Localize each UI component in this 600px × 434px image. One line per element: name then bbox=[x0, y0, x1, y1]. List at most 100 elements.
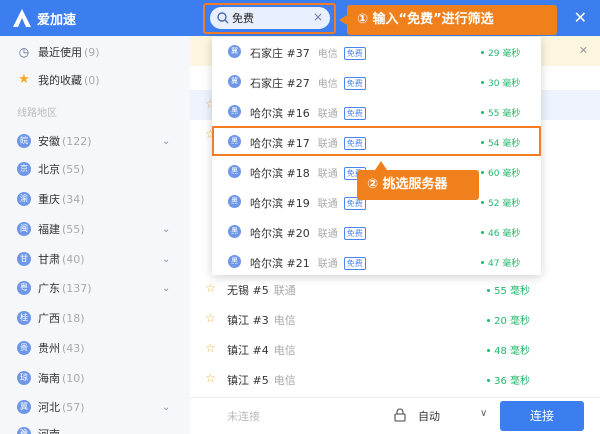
server-isp: 联通 bbox=[317, 199, 338, 210]
sidebar-item-fujian[interactable]: 闽 福建 (55) ⌄ bbox=[0, 215, 190, 243]
server-ping: 47 毫秒 bbox=[481, 256, 520, 269]
server-ping: 36 毫秒 bbox=[487, 372, 530, 387]
server-ping: 52 毫秒 bbox=[481, 196, 520, 209]
list-item[interactable]: 黑 哈尔滨 #16 联通 免费 55 毫秒 bbox=[212, 97, 541, 126]
server-isp: 电信 bbox=[317, 49, 338, 60]
region-badge-icon: 冀 bbox=[228, 75, 241, 88]
sidebar-item-label: 广西 bbox=[38, 312, 60, 325]
close-icon[interactable]: ✕ bbox=[579, 44, 588, 57]
server-isp: 联通 bbox=[317, 169, 338, 180]
sidebar-item-favorites[interactable]: ★ 我的收藏 (0) bbox=[0, 66, 190, 94]
sidebar-item-guizhou[interactable]: 贵 贵州 (43) bbox=[0, 334, 190, 362]
server-isp: 电信 bbox=[273, 314, 296, 327]
region-badge-icon: 冀 bbox=[17, 400, 31, 414]
server-name: 哈尔滨 #20 bbox=[250, 227, 310, 240]
sidebar-item-beijing[interactable]: 京 北京 (55) bbox=[0, 155, 190, 183]
chevron-down-icon[interactable]: ⌄ bbox=[162, 402, 170, 413]
list-item[interactable]: 黑 哈尔滨 #20 联通 免费 46 毫秒 bbox=[212, 217, 541, 246]
sidebar-item-recent[interactable]: ◷ 最近使用 (9) bbox=[0, 38, 190, 66]
search-results-dropdown: 冀 石家庄 #37 电信 免费 29 毫秒 冀 石家庄 #27 电信 免费 30 毫秒 … bbox=[212, 37, 541, 275]
sidebar-item-label: 广东 bbox=[38, 282, 60, 295]
server-name: 哈尔滨 #16 bbox=[250, 107, 310, 120]
star-outline-icon[interactable]: ☆ bbox=[205, 311, 216, 325]
sidebar-item-label: 甘肃 bbox=[38, 253, 60, 266]
table-row[interactable]: ☆ 镇江 #4 电信 48 毫秒 bbox=[190, 334, 600, 364]
sidebar-item-hainan[interactable]: 琼 海南 (10) bbox=[0, 364, 190, 392]
star-outline-icon[interactable]: ☆ bbox=[205, 281, 216, 295]
star-outline-icon[interactable]: ☆ bbox=[205, 341, 216, 355]
chevron-down-icon[interactable]: ⌄ bbox=[162, 136, 170, 147]
chevron-down-icon[interactable]: ⌄ bbox=[162, 283, 170, 294]
server-ping: 20 毫秒 bbox=[487, 312, 530, 327]
callout-step-2: ② 挑选服务器 bbox=[357, 161, 479, 200]
sidebar-item-label: 我的收藏 bbox=[38, 74, 82, 87]
table-row[interactable]: ☆ 镇江 #3 电信 20 毫秒 bbox=[190, 304, 600, 334]
sidebar-item-guangdong[interactable]: 粤 广东 (137) ⌄ bbox=[0, 274, 190, 302]
region-badge-icon: 粤 bbox=[17, 281, 31, 295]
region-badge-icon: 皖 bbox=[17, 134, 31, 148]
connect-button[interactable]: 连接 bbox=[500, 401, 584, 431]
sidebar-item-guangxi[interactable]: 桂 广西 (18) bbox=[0, 304, 190, 332]
region-badge-icon: 冀 bbox=[228, 45, 241, 58]
sidebar-item-anhui[interactable]: 皖 安徽 (122) ⌄ bbox=[0, 127, 190, 155]
region-badge-icon: 黑 bbox=[228, 105, 241, 118]
table-row[interactable]: ☆ 镇江 #5 电信 36 毫秒 bbox=[190, 364, 600, 394]
sidebar-item-label: 最近使用 bbox=[38, 46, 82, 59]
sidebar-item-label: 河南 bbox=[38, 428, 60, 434]
sidebar-item-label: 北京 bbox=[38, 163, 60, 176]
server-ping: 46 毫秒 bbox=[481, 226, 520, 239]
region-badge-icon: 渝 bbox=[17, 192, 31, 206]
server-isp: 电信 bbox=[273, 344, 296, 357]
server-ping: 55 毫秒 bbox=[481, 106, 520, 119]
table-row[interactable]: ☆ 无锡 #5 联通 55 毫秒 bbox=[190, 274, 600, 304]
list-item[interactable]: 冀 石家庄 #27 电信 免费 30 毫秒 bbox=[212, 67, 541, 96]
free-badge: 免费 bbox=[343, 227, 366, 240]
sidebar-item-count: (57) bbox=[62, 401, 85, 414]
region-badge-icon: 甘 bbox=[17, 252, 31, 266]
section-title: 线路地区 bbox=[17, 108, 57, 119]
connection-status: 未连接 bbox=[227, 410, 260, 423]
chevron-down-icon[interactable]: ⌄ bbox=[162, 254, 170, 265]
server-isp: 联通 bbox=[317, 109, 338, 120]
sidebar-item-label: 贵州 bbox=[38, 342, 60, 355]
free-badge: 免费 bbox=[343, 77, 366, 90]
server-ping: 55 毫秒 bbox=[487, 282, 530, 297]
server-name: 石家庄 #37 bbox=[250, 47, 310, 60]
sidebar-item-henan[interactable]: 豫 河南 bbox=[0, 420, 190, 434]
logo-icon bbox=[13, 9, 31, 27]
sidebar-item-label: 安徽 bbox=[38, 135, 60, 148]
region-badge-icon: 桂 bbox=[17, 311, 31, 325]
region-badge-icon: 贵 bbox=[17, 341, 31, 355]
sidebar-item-count: (55) bbox=[62, 223, 85, 236]
sidebar-item-gansu[interactable]: 甘 甘肃 (40) ⌄ bbox=[0, 245, 190, 273]
bottom-bar: 未连接 自动 ∨ 连接 bbox=[190, 397, 600, 434]
list-item[interactable]: 黑 哈尔滨 #21 联通 免费 47 毫秒 bbox=[212, 247, 541, 276]
region-badge-icon: 豫 bbox=[17, 427, 31, 434]
server-isp: 联通 bbox=[317, 259, 338, 270]
selected-row-highlight-box bbox=[212, 126, 541, 156]
callout-step-1: ① 输入“免费”进行筛选 bbox=[339, 5, 557, 35]
app-title: 爱加速 bbox=[37, 12, 77, 28]
sidebar-item-count: (43) bbox=[62, 342, 85, 355]
star-icon: ★ bbox=[18, 72, 30, 87]
sidebar-item-chongqing[interactable]: 渝 重庆 (34) bbox=[0, 185, 190, 213]
chevron-down-icon[interactable]: ∨ bbox=[480, 408, 487, 419]
server-name: 镇江 #3 bbox=[227, 314, 269, 327]
sidebar: ◷ 最近使用 (9) ★ 我的收藏 (0) 线路地区 皖 安徽 (122) ⌄ 京 北… bbox=[0, 36, 190, 434]
sidebar-item-hebei[interactable]: 冀 河北 (57) ⌄ bbox=[0, 393, 190, 421]
app-logo: 爱加速 bbox=[12, 8, 76, 28]
sidebar-item-count: (10) bbox=[62, 372, 85, 385]
sidebar-item-count: (55) bbox=[62, 163, 85, 176]
search-highlight-box bbox=[203, 3, 336, 34]
sidebar-item-label: 重庆 bbox=[38, 193, 60, 206]
list-item[interactable]: 冀 石家庄 #37 电信 免费 29 毫秒 bbox=[212, 37, 541, 66]
close-window-icon[interactable]: ✕ bbox=[574, 8, 587, 27]
sidebar-item-count: (34) bbox=[62, 193, 85, 206]
mode-selector[interactable]: 自动 bbox=[418, 408, 440, 424]
chevron-down-icon[interactable]: ⌄ bbox=[162, 224, 170, 235]
region-badge-icon: 黑 bbox=[228, 225, 241, 238]
server-isp: 联通 bbox=[317, 229, 338, 240]
star-outline-icon[interactable]: ☆ bbox=[205, 371, 216, 385]
sidebar-item-label: 福建 bbox=[38, 223, 60, 236]
lock-icon[interactable] bbox=[394, 408, 406, 422]
